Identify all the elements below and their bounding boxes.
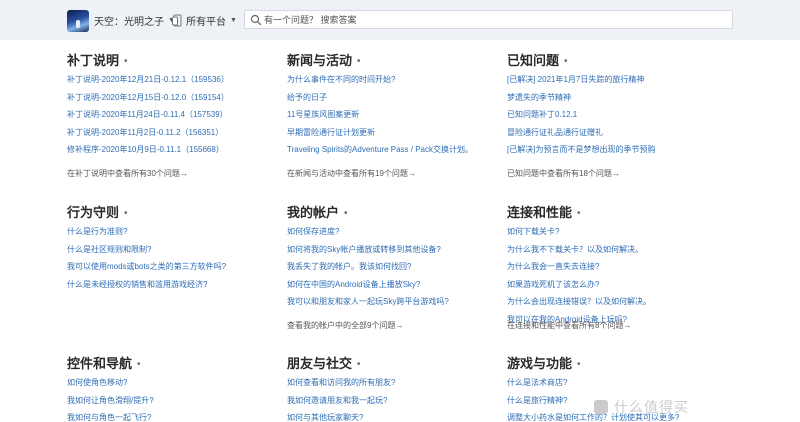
section-known-issues: 已知问题 • [已解决] 2021年1月7日失踪的旅行精神 梦遗失的季节精神 已知… bbox=[507, 52, 717, 187]
article-link[interactable]: 修补程序-2020年10月9日-0.11.1（155668） bbox=[67, 145, 277, 154]
platform-selector-label: 所有平台 bbox=[186, 16, 226, 28]
article-link[interactable]: 早期雷险通行证计划更新 bbox=[287, 128, 497, 137]
section-title[interactable]: 连接和性能 • bbox=[507, 204, 717, 222]
article-link[interactable]: 什么是行为准则? bbox=[67, 227, 277, 236]
article-link[interactable]: 我如何邀请朋友和我一起玩? bbox=[287, 396, 497, 405]
article-link[interactable]: 为什么我会一直失去连接? bbox=[507, 262, 717, 271]
article-link[interactable]: 给予的日子 bbox=[287, 93, 497, 102]
article-link[interactable]: 为什么会出现连接错误？以及如何解决。 bbox=[507, 297, 717, 306]
article-link[interactable]: 什么是法术商店? bbox=[507, 378, 717, 387]
article-link[interactable]: 如何查看和访问我的所有朋友? bbox=[287, 378, 497, 387]
section-title[interactable]: 行为守则 • bbox=[67, 204, 277, 222]
section-connection-performance: 连接和性能 • 如何下载关卡? 为什么我不下载关卡？以及如何解决。 为什么我会一直… bbox=[507, 204, 717, 339]
article-link[interactable]: 如何下载关卡? bbox=[507, 227, 717, 236]
search-icon bbox=[250, 14, 262, 26]
article-link[interactable]: 补丁说明-2020年12月15日-0.12.0（159154） bbox=[67, 93, 277, 102]
article-link[interactable]: 补丁说明-2020年11月24日-0.11.4（157539） bbox=[67, 110, 277, 119]
section-title[interactable]: 朋友与社交 • bbox=[287, 355, 497, 373]
chevron-down-icon: ▼ bbox=[230, 16, 237, 24]
search-input[interactable] bbox=[264, 12, 724, 27]
view-all-link[interactable]: 已知问题中查看所有18个问题→ bbox=[507, 169, 620, 178]
platform-selector[interactable]: 所有平台 ▼ bbox=[172, 12, 237, 28]
article-link[interactable]: 如何将我的Sky帐户播放或转移到其他设备? bbox=[287, 245, 497, 254]
section-controls-navigation: 控件和导航 • 如何使角色移动? 我如何让角色滑翔/提升? 我如何与角色一起飞行? bbox=[67, 355, 277, 422]
section-title[interactable]: 我的帐户 • bbox=[287, 204, 497, 222]
view-all-link[interactable]: 在新闻与活动中查看所有19个问题→ bbox=[287, 169, 416, 178]
section-patch-notes: 补丁说明 • 补丁说明-2020年12月21日-0.12.1（159536） 补丁… bbox=[67, 52, 277, 187]
section-friends-social: 朋友与社交 • 如何查看和访问我的所有朋友? 我如何邀请朋友和我一起玩? 如何与其… bbox=[287, 355, 497, 422]
article-link[interactable]: 补丁说明-2020年12月21日-0.12.1（159536） bbox=[67, 75, 277, 84]
section-title[interactable]: 新闻与活动 • bbox=[287, 52, 497, 70]
article-link[interactable]: 我如何让角色滑翔/提升? bbox=[67, 396, 277, 405]
article-link[interactable]: 为什么事件在不同的时间开始? bbox=[287, 75, 497, 84]
view-all-link[interactable]: 查看我的帐户中的全部9个问题→ bbox=[287, 321, 403, 330]
article-link[interactable]: 什么是社区规则和限制? bbox=[67, 245, 277, 254]
section-title[interactable]: 补丁说明 • bbox=[67, 52, 277, 70]
section-title[interactable]: 游戏与功能 • bbox=[507, 355, 717, 373]
article-link[interactable]: Traveling Spirits的Adventure Pass / Pack交… bbox=[287, 145, 497, 154]
watermark-text: 什么值得买 bbox=[614, 399, 689, 415]
app-selector-label: 天空：光明之子 bbox=[94, 16, 164, 28]
article-link[interactable]: 已知问题补丁0.12.1 bbox=[507, 110, 717, 119]
app-selector[interactable]: 天空：光明之子 ▼ bbox=[94, 12, 175, 28]
watermark: 什么值得买 bbox=[594, 398, 800, 416]
article-link[interactable]: 我可以使用mods或bots之类的第三方软件吗? bbox=[67, 262, 277, 271]
section-code-of-conduct: 行为守则 • 什么是行为准则? 什么是社区规则和限制? 我可以使用mods或bot… bbox=[67, 204, 277, 339]
article-link[interactable]: 什么是未经授权的销售和滥用游戏经济? bbox=[67, 280, 277, 289]
article-link[interactable]: 我可以和朋友和家人一起玩Sky跨平台游戏吗? bbox=[287, 297, 497, 306]
article-link[interactable]: 如果游戏死机了该怎么办? bbox=[507, 280, 717, 289]
article-link[interactable]: 如何保存进度? bbox=[287, 227, 497, 236]
article-link[interactable]: 补丁说明-2020年11月2日-0.11.2（156351） bbox=[67, 128, 277, 137]
article-link[interactable]: 冒险通行证礼品通行证赠礼 bbox=[507, 128, 717, 137]
search-box[interactable] bbox=[244, 10, 733, 29]
article-link[interactable]: 为什么我不下载关卡？以及如何解决。 bbox=[507, 245, 717, 254]
section-title[interactable]: 已知问题 • bbox=[507, 52, 717, 70]
article-link[interactable]: 我丢失了我的帐户。我该如何找回? bbox=[287, 262, 497, 271]
article-link[interactable]: 如何使角色移动? bbox=[67, 378, 277, 387]
section-my-account: 我的帐户 • 如何保存进度? 如何将我的Sky帐户播放或转移到其他设备? 我丢失了… bbox=[287, 204, 497, 339]
watermark-logo-icon bbox=[594, 400, 608, 414]
section-title[interactable]: 控件和导航 • bbox=[67, 355, 277, 373]
article-link[interactable]: [已解决]为预言而不是梦想出现的季节预购 bbox=[507, 145, 717, 154]
top-bar: 天空：光明之子 ▼ 所有平台 ▼ bbox=[0, 0, 800, 40]
app-logo[interactable] bbox=[67, 10, 89, 32]
tablet-icon bbox=[172, 14, 182, 26]
view-all-link[interactable]: 在补丁说明中查看所有30个问题→ bbox=[67, 169, 188, 178]
article-link[interactable]: 梦遗失的季节精神 bbox=[507, 93, 717, 102]
article-link[interactable]: 如何在中国的Android设备上播放Sky? bbox=[287, 280, 497, 289]
article-link[interactable]: 11号星族风图案更新 bbox=[287, 110, 497, 119]
section-news-events: 新闻与活动 • 为什么事件在不同的时间开始? 给予的日子 11号星族风图案更新 早… bbox=[287, 52, 497, 187]
article-link[interactable]: [已解决] 2021年1月7日失踪的旅行精神 bbox=[507, 75, 717, 84]
view-all-link[interactable]: 在连接和性能中查看所有8个问题→ bbox=[507, 321, 631, 330]
